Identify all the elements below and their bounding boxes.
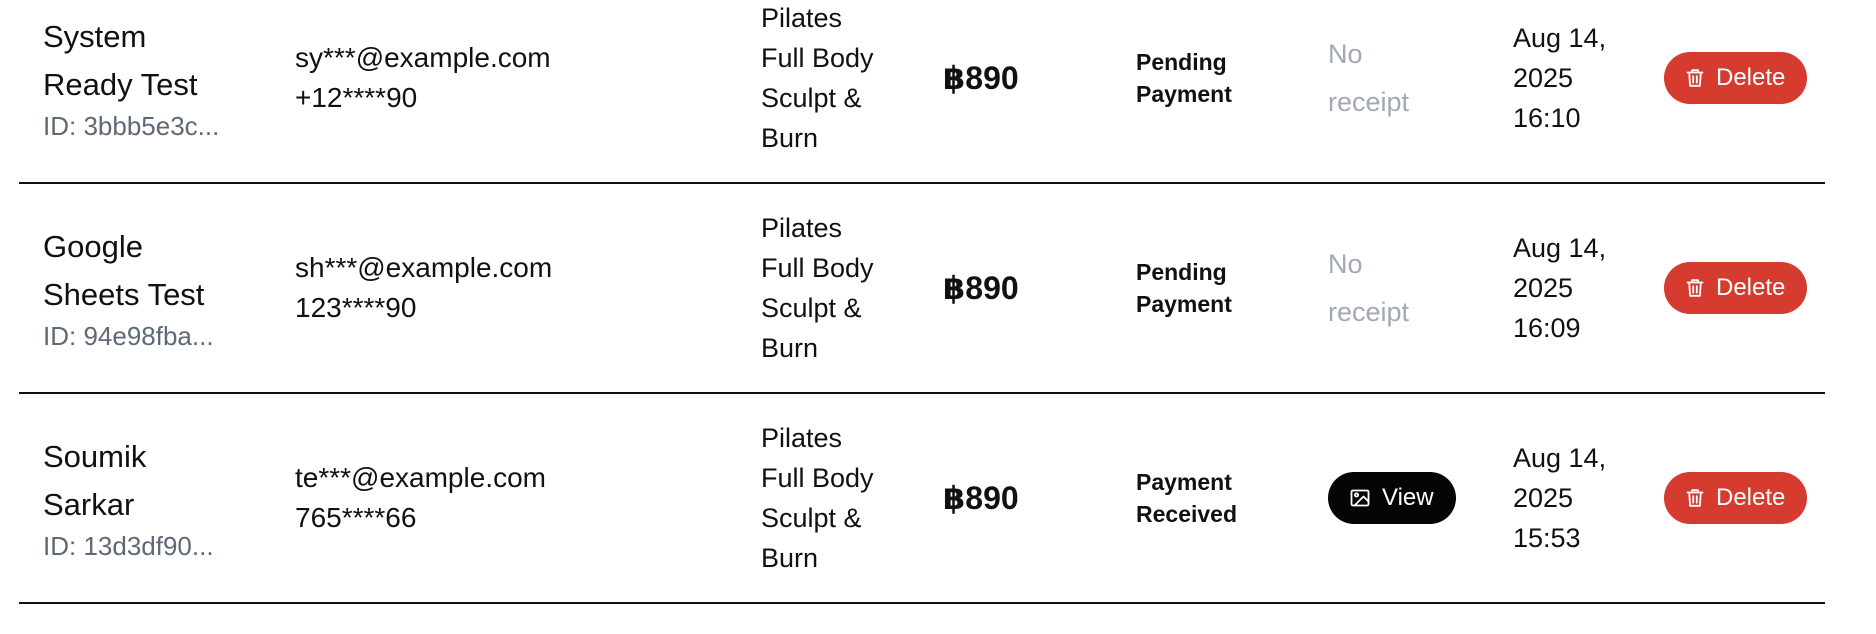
class-name-line: Burn [761, 543, 819, 573]
time-line: 16:10 [1513, 103, 1581, 133]
time-line: 16:09 [1513, 313, 1581, 343]
booking-id: ID: 13d3df90... [43, 531, 214, 561]
date-line: Aug 14, [1513, 443, 1607, 473]
date-line: Aug 14, [1513, 23, 1607, 53]
customer-cell: Soumik Sarkar ID: 13d3df90... [43, 433, 214, 563]
class-name-line: Full Body [761, 43, 874, 73]
view-receipt-button[interactable]: View [1328, 472, 1456, 524]
booking-date: Aug 14, 2025 16:09 [1513, 228, 1606, 348]
table-row: System Ready Test ID: 3bbb5e3c... sy***@… [19, 0, 1825, 184]
class-name-line: Full Body [761, 463, 874, 493]
time-line: 15:53 [1513, 523, 1581, 553]
class-name-line: Pilates [761, 3, 843, 33]
delete-button[interactable]: Delete [1664, 472, 1808, 524]
payment-status: Pending Payment [1136, 46, 1232, 110]
no-receipt-text: No [1328, 249, 1363, 279]
booking-date: Aug 14, 2025 16:10 [1513, 18, 1606, 138]
class-cell: Pilates Full Body Sculpt & Burn [761, 0, 874, 158]
class-cell: Pilates Full Body Sculpt & Burn [761, 208, 874, 368]
class-name-line: Sculpt & [761, 503, 862, 533]
payment-status-line: Received [1136, 501, 1238, 527]
bookings-table: System Ready Test ID: 3bbb5e3c... sy***@… [19, 0, 1825, 604]
customer-name-line: Sheets Test [43, 277, 205, 312]
view-receipt-label: View [1382, 484, 1434, 511]
class-name-line: Full Body [761, 253, 874, 283]
customer-name-line: Soumik [43, 439, 147, 474]
class-name-line: Burn [761, 333, 819, 363]
class-cell: Pilates Full Body Sculpt & Burn [761, 418, 874, 578]
payment-status: Payment Received [1136, 466, 1237, 530]
delete-button-label: Delete [1716, 64, 1786, 91]
date-line: 2025 [1513, 483, 1574, 513]
amount: ฿890 [943, 60, 1019, 96]
class-name-line: Pilates [761, 213, 843, 243]
date-line: Aug 14, [1513, 233, 1607, 263]
contact-cell: sy***@example.com +12****90 [295, 38, 551, 118]
customer-phone: 765****66 [295, 502, 417, 533]
trash-icon [1686, 488, 1704, 508]
booking-id: ID: 94e98fba... [43, 321, 214, 351]
receipt-cell: No receipt [1328, 30, 1409, 126]
table-row: Soumik Sarkar ID: 13d3df90... te***@exam… [19, 394, 1825, 604]
delete-button[interactable]: Delete [1664, 52, 1808, 104]
customer-name-line: Sarkar [43, 487, 135, 522]
customer-email: te***@example.com [295, 462, 546, 493]
no-receipt-text: receipt [1328, 87, 1410, 117]
customer-phone: 123****90 [295, 292, 417, 323]
payment-status: Pending Payment [1136, 256, 1232, 320]
payment-status-line: Payment [1136, 291, 1232, 317]
delete-button[interactable]: Delete [1664, 262, 1808, 314]
date-line: 2025 [1513, 273, 1574, 303]
table-row: Google Sheets Test ID: 94e98fba... sh***… [19, 184, 1825, 394]
customer-phone: +12****90 [295, 82, 418, 113]
class-name-line: Sculpt & [761, 293, 862, 323]
customer-cell: Google Sheets Test ID: 94e98fba... [43, 223, 214, 353]
customer-name-line: System [43, 19, 147, 54]
customer-email: sh***@example.com [295, 252, 553, 283]
payment-status-line: Pending [1136, 49, 1227, 75]
trash-icon [1686, 68, 1704, 88]
class-name-line: Burn [761, 123, 819, 153]
class-name-line: Sculpt & [761, 83, 862, 113]
receipt-cell: No receipt [1328, 240, 1409, 336]
no-receipt-text: No [1328, 39, 1363, 69]
payment-status-line: Pending [1136, 259, 1227, 285]
customer-name-line: Google [43, 229, 143, 264]
booking-id: ID: 3bbb5e3c... [43, 111, 220, 141]
customer-name-line: Ready Test [43, 67, 198, 102]
customer-email: sy***@example.com [295, 42, 551, 73]
amount: ฿890 [943, 480, 1019, 516]
trash-icon [1686, 278, 1704, 298]
delete-button-label: Delete [1716, 484, 1786, 511]
image-icon [1350, 489, 1370, 507]
payment-status-line: Payment [1136, 469, 1232, 495]
delete-button-label: Delete [1716, 274, 1786, 301]
class-name-line: Pilates [761, 423, 843, 453]
customer-cell: System Ready Test ID: 3bbb5e3c... [43, 13, 219, 143]
amount: ฿890 [943, 270, 1019, 306]
payment-status-line: Payment [1136, 81, 1232, 107]
date-line: 2025 [1513, 63, 1574, 93]
no-receipt-text: receipt [1328, 297, 1410, 327]
contact-cell: sh***@example.com 123****90 [295, 248, 552, 328]
contact-cell: te***@example.com 765****66 [295, 458, 546, 538]
booking-date: Aug 14, 2025 15:53 [1513, 438, 1606, 558]
